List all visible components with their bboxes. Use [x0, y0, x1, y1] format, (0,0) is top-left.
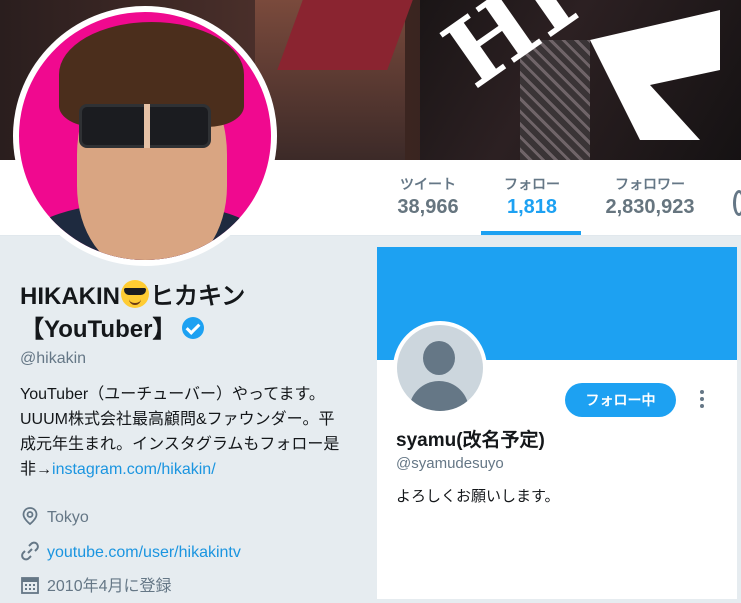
- card-user-handle[interactable]: @syamudesuyo: [396, 455, 504, 472]
- more-options-icon[interactable]: [697, 390, 707, 410]
- default-avatar-icon: [397, 325, 483, 411]
- profile-handle[interactable]: @hikakin: [20, 350, 360, 368]
- active-tab-indicator: [481, 231, 581, 235]
- card-user-bio: よろしくお願いします。: [396, 488, 560, 505]
- tweets-stat[interactable]: ツイート 38,966: [393, 174, 463, 219]
- card-avatar[interactable]: [393, 321, 487, 415]
- followers-count: 2,830,923: [605, 196, 695, 218]
- profile-info: HIKAKIN ヒカキン 【YouTuber】 @hikakin YouTuber…: [20, 280, 360, 595]
- followers-label: フォロワー: [615, 176, 685, 192]
- banner-brand-mark: [590, 10, 720, 140]
- default-avatar-head: [423, 341, 455, 375]
- verified-badge-icon: [182, 317, 205, 339]
- bio-instagram-link[interactable]: instagram.com/hikakin/: [52, 461, 216, 478]
- card-user-name[interactable]: syamu(改名予定): [396, 425, 545, 452]
- next-stat-edge: [733, 190, 741, 216]
- calendar-icon: [21, 577, 39, 594]
- avatar-sunglasses: [79, 104, 211, 148]
- avatar-photo: [19, 12, 271, 260]
- following-count: 1,818: [506, 196, 558, 218]
- profile-location: Tokyo: [20, 506, 89, 528]
- tweets-label: ツイート: [400, 176, 456, 192]
- following-stat[interactable]: フォロー 1,818: [488, 174, 576, 219]
- link-icon: [21, 541, 39, 561]
- profile-name[interactable]: HIKAKIN ヒカキン 【YouTuber】: [20, 280, 360, 346]
- profile-avatar[interactable]: [13, 6, 277, 266]
- profile-website: youtube.com/user/hikakintv: [20, 541, 241, 563]
- default-avatar-torso: [409, 381, 469, 411]
- profile-bio: YouTuber（ユーチューバー）やってます。UUUM株式会社最高顧問&ファウン…: [20, 382, 350, 482]
- sunglasses-emoji-icon: [121, 280, 149, 308]
- profile-name-part1: HIKAKIN: [20, 283, 120, 310]
- profile-name-line2: 【YouTuber】: [20, 316, 177, 343]
- tweets-count: 38,966: [397, 196, 459, 218]
- location-pin-icon: [22, 507, 38, 526]
- location-text: Tokyo: [47, 509, 89, 526]
- joined-text: 2010年4月に登録: [47, 578, 172, 595]
- profile-name-part2: ヒカキン: [150, 283, 246, 310]
- profile-joined: 2010年4月に登録: [20, 575, 172, 597]
- followers-stat[interactable]: フォロワー 2,830,923: [596, 174, 704, 219]
- website-link[interactable]: youtube.com/user/hikakintv: [47, 544, 241, 561]
- user-card[interactable]: フォロー中 syamu(改名予定) @syamudesuyo よろしくお願いしま…: [377, 247, 737, 599]
- following-label: フォロー: [504, 176, 560, 192]
- following-button[interactable]: フォロー中: [565, 383, 676, 417]
